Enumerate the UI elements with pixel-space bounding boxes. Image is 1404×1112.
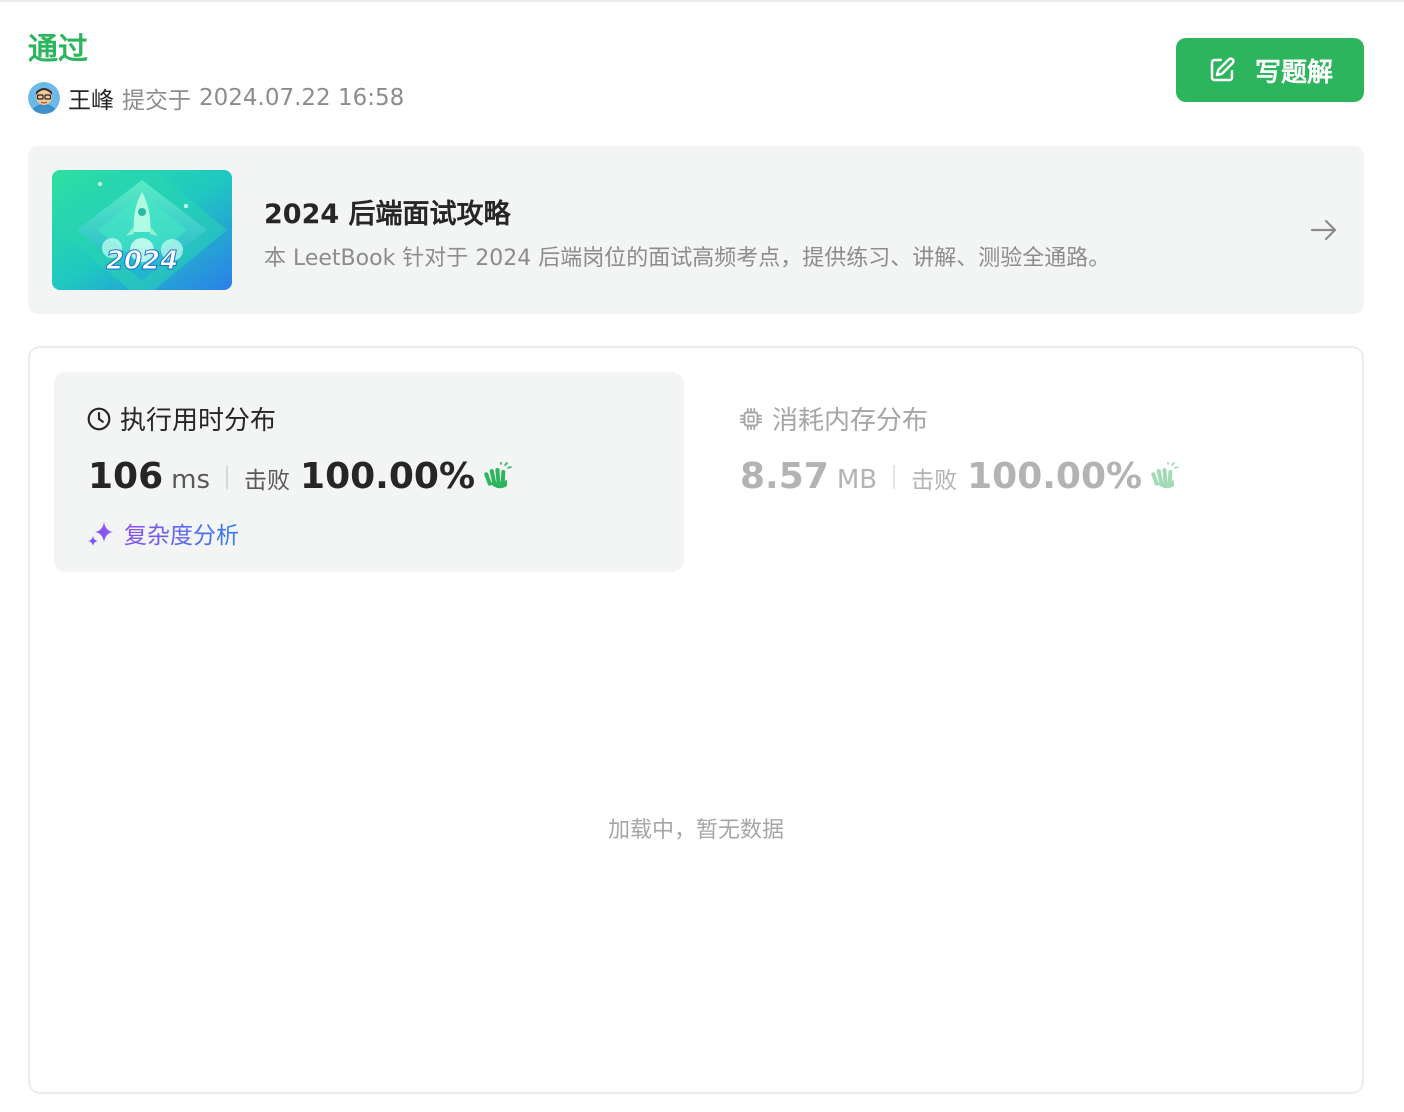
sparkle-icon (88, 522, 113, 546)
leetbook-cover-image: 2024 (52, 170, 232, 290)
memory-card[interactable]: 消耗内存分布 8.57 MB 击败 100.00% (720, 372, 1340, 572)
chart-empty-state: 加载中，暂无数据 (607, 818, 784, 843)
runtime-value: 106 (88, 456, 164, 497)
leetbook-title: 2024 后端面试攻略 (264, 199, 511, 230)
memory-unit: MB (836, 465, 878, 495)
memory-value: 8.57 (740, 456, 829, 497)
submitter-info: 王峰 提交于 2024.07.22 16:58 (28, 82, 404, 114)
leetbook-description: 本 LeetBook 针对于 2024 后端岗位的面试高频考点，提供练习、讲解、… (264, 246, 1111, 271)
clap-icon (1151, 461, 1179, 488)
submit-prefix: 提交于 (122, 88, 191, 114)
stat-divider (226, 464, 229, 489)
submission-status: 通过 (28, 32, 88, 67)
runtime-header: 执行用时分布 (86, 400, 276, 437)
write-solution-label: 写题解 (1254, 57, 1333, 88)
memory-stat: 8.57 MB 击败 100.00% (740, 456, 1180, 497)
leetbook-card[interactable]: 2024 2024 后端面试攻略 本 LeetBook 针对于 2024 后端岗… (28, 146, 1364, 314)
clock-icon (87, 407, 111, 430)
avatar[interactable] (28, 82, 60, 114)
avatar-image (28, 82, 60, 114)
runtime-unit: ms (171, 465, 211, 495)
edit-icon (1210, 57, 1235, 82)
runtime-beat-value: 100.00% (300, 456, 476, 497)
leetbook-cover-text: 2024 (106, 246, 178, 276)
write-solution-button[interactable]: 写题解 (1176, 38, 1364, 102)
top-divider (0, 0, 1404, 2)
stat-divider (893, 464, 896, 489)
runtime-card[interactable]: 执行用时分布 106 ms 击败 100.00% 复杂度分析 (54, 372, 684, 572)
arrow-right-icon (1310, 219, 1337, 241)
clap-icon (484, 461, 512, 488)
memory-beat-label: 击败 (911, 468, 958, 494)
leetbook-cover: 2024 (52, 170, 232, 290)
runtime-stat: 106 ms 击败 100.00% (88, 456, 513, 497)
submit-time: 2024.07.22 16:58 (199, 85, 405, 111)
runtime-beat-label: 击败 (244, 468, 291, 494)
chip-icon (739, 407, 763, 430)
complexity-analysis-link[interactable]: 复杂度分析 (86, 516, 239, 550)
memory-beat-value: 100.00% (967, 456, 1143, 497)
memory-header: 消耗内存分布 (738, 400, 928, 437)
runtime-title: 执行用时分布 (120, 406, 277, 436)
stats-panel: 执行用时分布 106 ms 击败 100.00% 复杂度分析 消耗内存分布 8.… (28, 346, 1364, 1094)
memory-title: 消耗内存分布 (772, 406, 929, 436)
complexity-analysis-label: 复杂度分析 (124, 516, 239, 550)
user-name[interactable]: 王峰 (68, 81, 114, 115)
